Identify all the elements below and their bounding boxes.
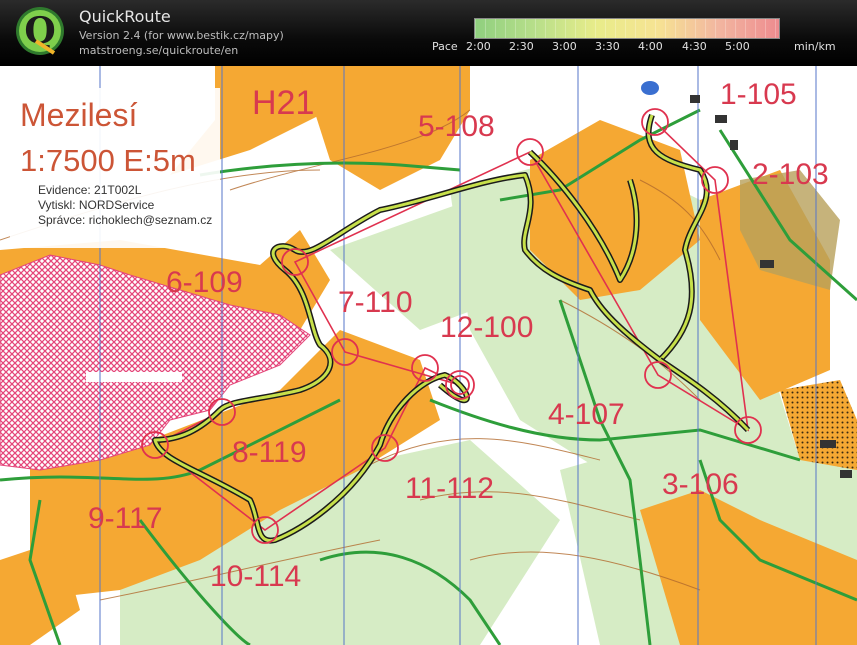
map-title: Mezilesí — [20, 97, 137, 133]
control-label: 10-114 — [210, 560, 301, 593]
control-label: 1-105 — [720, 78, 797, 111]
pace-tick: 2:30 — [509, 40, 534, 53]
water-pond — [641, 81, 659, 95]
evidence-text: Evidence: 21T002L — [38, 183, 142, 197]
control-label: 2-103 — [752, 158, 829, 191]
pace-tick: 3:00 — [552, 40, 577, 53]
pace-unit: min/km — [794, 40, 836, 53]
admin-text: Správce: richoklech@seznam.cz — [38, 213, 212, 227]
control-label: 12-100 — [440, 311, 533, 344]
pace-label: Pace — [432, 40, 458, 53]
printed-by-text: Vytiskl: NORDService — [38, 198, 155, 212]
pace-tick: 5:00 — [725, 40, 750, 53]
orienteering-map[interactable]: Mezilesí 1:7500 E:5m H21 Evidence: 21T00… — [0, 66, 857, 645]
app-title: QuickRoute — [79, 7, 171, 26]
version-text: Version 2.4 (for www.bestik.cz/mapy) — [79, 29, 284, 42]
control-label: 7-110 — [338, 286, 413, 319]
control-label: 6-109 — [166, 266, 243, 299]
pace-tick: 3:30 — [595, 40, 620, 53]
category-label: H21 — [252, 84, 314, 122]
control-label: 5-108 — [418, 110, 495, 143]
control-label: 9-117 — [88, 502, 163, 535]
control-label: 3-106 — [662, 468, 739, 501]
website-link[interactable]: matstroeng.se/quickroute/en — [79, 44, 238, 57]
map-scale: 1:7500 E:5m — [20, 143, 196, 178]
pace-tick: 4:30 — [682, 40, 707, 53]
quickroute-logo-icon: Q — [16, 7, 64, 55]
quickroute-window: Q QuickRoute Version 2.4 (for www.bestik… — [0, 0, 857, 645]
pace-tick: 2:00 — [466, 40, 491, 53]
pace-tick: 4:00 — [638, 40, 663, 53]
control-label: 8-119 — [232, 436, 307, 469]
pace-color-scale — [474, 18, 780, 39]
control-label: 4-107 — [548, 398, 625, 431]
control-label: 11-112 — [405, 472, 494, 505]
header-bar: Q QuickRoute Version 2.4 (for www.bestik… — [0, 0, 857, 66]
